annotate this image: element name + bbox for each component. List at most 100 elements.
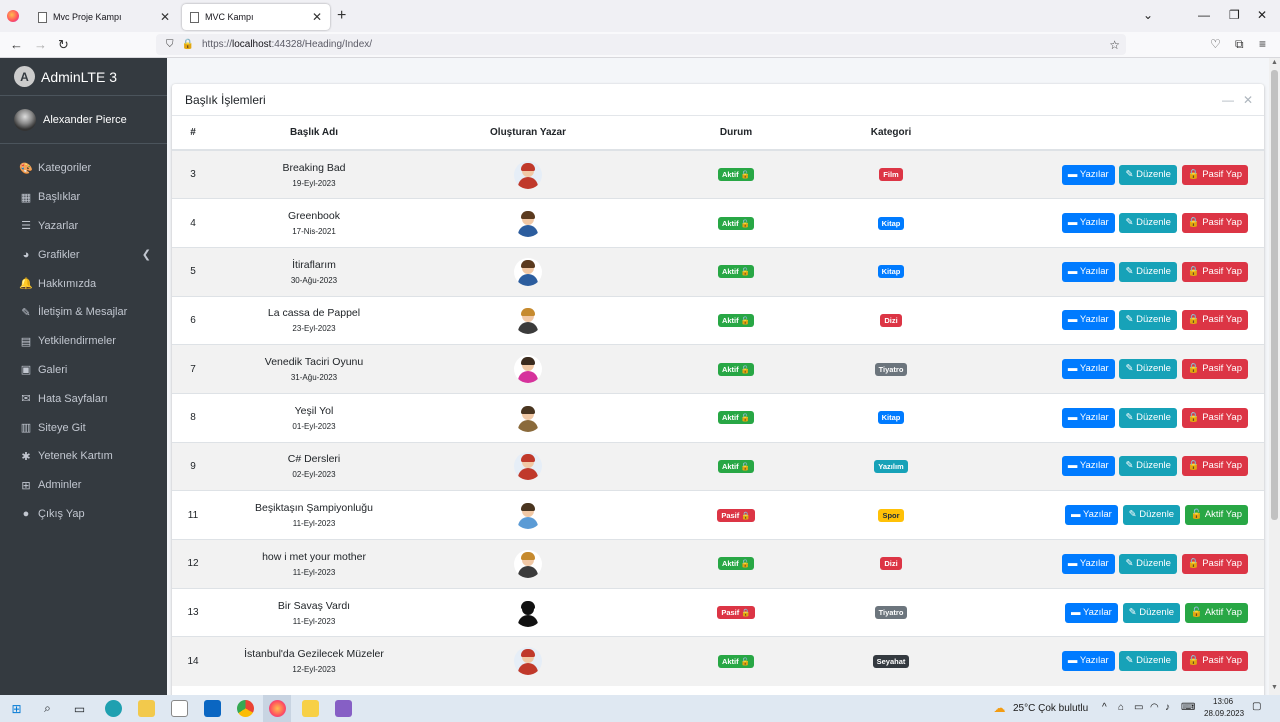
posts-button[interactable]: ▬ Yazılar xyxy=(1061,553,1115,574)
edit-button[interactable]: ✎ Düzenle xyxy=(1122,505,1181,526)
pocket-icon[interactable]: ♡ xyxy=(1210,37,1221,51)
edit-button[interactable]: ✎ Düzenle xyxy=(1119,261,1177,282)
sidebar-item-cikis-yap[interactable]: ● Çıkış Yap xyxy=(0,500,167,529)
posts-button[interactable]: ▬ Yazılar xyxy=(1061,359,1115,380)
posts-button[interactable]: ▬ Yazılar xyxy=(1065,505,1118,526)
new-tab-icon[interactable]: + xyxy=(337,7,346,25)
close-window-icon[interactable]: ✕ xyxy=(1257,8,1267,22)
close-icon[interactable]: ✕ xyxy=(1243,93,1253,107)
toggle-status-button[interactable]: 🔓 Aktif Yap xyxy=(1184,505,1248,526)
toggle-status-button[interactable]: 🔒 Pasif Yap xyxy=(1181,651,1248,672)
chrome-icon[interactable] xyxy=(237,700,254,717)
posts-button[interactable]: ▬ Yazılar xyxy=(1061,456,1115,477)
toggle-status-button[interactable]: 🔒 Pasif Yap xyxy=(1181,407,1248,428)
firefox-taskbar-icon[interactable] xyxy=(269,700,286,717)
edit-button[interactable]: ✎ Düzenle xyxy=(1119,407,1177,428)
shield-icon[interactable]: ⛉ xyxy=(166,39,174,50)
store-icon[interactable] xyxy=(171,700,188,717)
table-row: 13 Bir Savaş Vardı 11-Eyl-2023 Pasif 🔒 T… xyxy=(172,588,1264,637)
edit-button[interactable]: ✎ Düzenle xyxy=(1119,213,1177,234)
weather-text[interactable]: 25°C Çok bulutlu xyxy=(1013,703,1088,714)
notification-icon[interactable]: ▢ xyxy=(1252,701,1261,712)
edit-button[interactable]: ✎ Düzenle xyxy=(1119,359,1177,380)
posts-button[interactable]: ▬ Yazılar xyxy=(1061,213,1115,234)
posts-button[interactable]: ▬ Yazılar xyxy=(1061,407,1115,428)
edit-button[interactable]: ✎ Düzenle xyxy=(1119,310,1177,331)
sticky-notes-icon[interactable] xyxy=(302,700,319,717)
sidebar-item-adminler[interactable]: ⊞ Adminler xyxy=(0,471,167,500)
menu-icon[interactable]: ≡ xyxy=(1259,37,1266,51)
minimize-icon[interactable]: — xyxy=(1198,8,1210,22)
sidebar-item-yetkilendirmeler[interactable]: ▤ Yetkilendirmeler xyxy=(0,327,167,356)
sidebar-item-siteye-git[interactable]: ▥ Siteye Git xyxy=(0,413,167,442)
toggle-status-button[interactable]: 🔓 Aktif Yap xyxy=(1184,602,1248,623)
sidebar-item-iletisim[interactable]: ✎ İletişim & Mesajlar xyxy=(0,298,167,327)
edit-button[interactable]: ✎ Düzenle xyxy=(1119,651,1177,672)
forward-icon[interactable]: → xyxy=(34,37,47,52)
language-icon[interactable]: ⌨ xyxy=(1181,702,1195,713)
volume-icon[interactable]: ♪ xyxy=(1165,702,1170,713)
lock-icon: 🔒 xyxy=(1187,314,1200,326)
mail-icon[interactable] xyxy=(204,700,221,717)
windows-start-icon[interactable]: ⊞ xyxy=(8,700,25,717)
toggle-status-button[interactable]: 🔒 Pasif Yap xyxy=(1181,213,1248,234)
sidebar-item-grafikler[interactable]: ◕ Grafikler ❮ xyxy=(0,240,167,269)
sidebar-item-yetenek-kartim[interactable]: ✱ Yetenek Kartım xyxy=(0,442,167,471)
search-icon[interactable]: ⌕ xyxy=(39,700,56,717)
user-name[interactable]: Alexander Pierce xyxy=(43,114,127,126)
edit-button[interactable]: ✎ Düzenle xyxy=(1119,164,1177,185)
posts-button[interactable]: ▬ Yazılar xyxy=(1061,164,1115,185)
toggle-status-button[interactable]: 🔒 Pasif Yap xyxy=(1181,310,1248,331)
tab-list-icon[interactable]: ⌄ xyxy=(1143,8,1153,22)
posts-button[interactable]: ▬ Yazılar xyxy=(1061,651,1115,672)
user-panel[interactable]: Alexander Pierce xyxy=(0,96,167,144)
toggle-status-button[interactable]: 🔒 Pasif Yap xyxy=(1181,164,1248,185)
collapse-icon[interactable]: — xyxy=(1222,93,1234,107)
sidebar-item-basliklar[interactable]: ▦ Başlıklar xyxy=(0,183,167,212)
firefox-icon[interactable] xyxy=(7,10,19,22)
toggle-status-button[interactable]: 🔒 Pasif Yap xyxy=(1181,261,1248,282)
clock-time[interactable]: 13:06 xyxy=(1213,697,1233,706)
tab-mvc-kampi[interactable]: MVC Kampı ✕ xyxy=(182,4,330,30)
bookmark-star-icon[interactable]: ☆ xyxy=(1109,38,1120,52)
close-icon[interactable]: ✕ xyxy=(312,10,322,24)
wifi-icon[interactable]: ◠ xyxy=(1150,702,1159,713)
lock-icon[interactable]: 🔒 xyxy=(182,39,194,50)
restore-icon[interactable]: ❐ xyxy=(1229,8,1240,22)
scroll-down-icon[interactable]: ▼ xyxy=(1271,684,1278,691)
clock-date[interactable]: 28.09.2023 xyxy=(1204,709,1244,718)
edit-button[interactable]: ✎ Düzenle xyxy=(1122,602,1181,623)
page-scrollbar[interactable]: ▲ ▼ xyxy=(1269,58,1280,695)
scroll-up-icon[interactable]: ▲ xyxy=(1271,59,1278,66)
content-wrapper: Başlık İşlemleri — ✕ # Başlık Adı Oluştu… xyxy=(167,58,1269,704)
brand-link[interactable]: A AdminLTE 3 xyxy=(0,58,167,96)
visual-studio-icon[interactable] xyxy=(335,700,352,717)
task-view-icon[interactable]: ▭ xyxy=(71,700,88,717)
close-icon[interactable]: ✕ xyxy=(160,10,170,24)
edit-button[interactable]: ✎ Düzenle xyxy=(1119,456,1177,477)
scroll-thumb[interactable] xyxy=(1271,70,1278,520)
weather-icon[interactable]: ☁ xyxy=(991,699,1008,716)
sidebar-item-galeri[interactable]: ▣ Galeri xyxy=(0,356,167,385)
posts-button[interactable]: ▬ Yazılar xyxy=(1061,310,1115,331)
tray-chevron-icon[interactable]: ^ xyxy=(1102,702,1107,713)
toggle-status-button[interactable]: 🔒 Pasif Yap xyxy=(1181,456,1248,477)
posts-button[interactable]: ▬ Yazılar xyxy=(1061,261,1115,282)
file-explorer-icon[interactable] xyxy=(138,700,155,717)
edit-button[interactable]: ✎ Düzenle xyxy=(1119,553,1177,574)
network-icon[interactable]: ⌂ xyxy=(1118,702,1124,713)
sidebar-item-hakkimizda[interactable]: 🔔 Hakkımızda xyxy=(0,269,167,298)
extensions-icon[interactable]: ⧉ xyxy=(1235,37,1244,52)
url-bar[interactable]: ⛉ 🔒 https://localhost:44328/Heading/Inde… xyxy=(156,34,1126,55)
edge-icon[interactable] xyxy=(105,700,122,717)
sidebar-item-kategoriler[interactable]: 🎨 Kategoriler xyxy=(0,154,167,183)
sidebar-item-hata-sayfalari[interactable]: ✉ Hata Sayfaları xyxy=(0,384,167,413)
sidebar-item-yazarlar[interactable]: ☰ Yazarlar xyxy=(0,212,167,241)
reload-icon[interactable]: ↻ xyxy=(58,37,69,53)
battery-icon[interactable]: ▭ xyxy=(1134,702,1143,713)
toggle-status-button[interactable]: 🔒 Pasif Yap xyxy=(1181,553,1248,574)
tab-mvc-proje-kampi[interactable]: Mvc Proje Kampı ✕ xyxy=(30,4,178,30)
posts-button[interactable]: ▬ Yazılar xyxy=(1065,602,1118,623)
back-icon[interactable]: ← xyxy=(10,37,23,52)
toggle-status-button[interactable]: 🔒 Pasif Yap xyxy=(1181,359,1248,380)
